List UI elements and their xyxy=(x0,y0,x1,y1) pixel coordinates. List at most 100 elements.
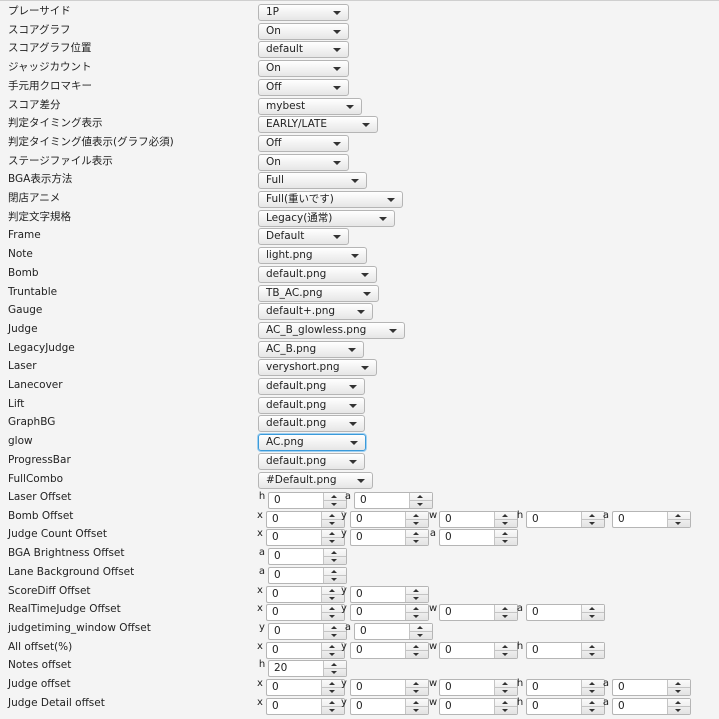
offset-spinner[interactable]: 0 xyxy=(612,697,691,715)
offset-spinner[interactable]: 0 xyxy=(268,622,347,640)
offset-spinner[interactable]: 0 xyxy=(439,697,518,715)
setting-dropdown[interactable]: default.png xyxy=(258,415,365,433)
increment-arrow-icon[interactable] xyxy=(331,625,337,629)
increment-arrow-icon[interactable] xyxy=(589,607,595,611)
setting-dropdown[interactable]: EARLY/LATE xyxy=(258,116,378,134)
offset-spinner[interactable]: 0 xyxy=(350,641,429,659)
decrement-arrow-icon[interactable] xyxy=(413,596,419,600)
increment-arrow-icon[interactable] xyxy=(589,682,595,685)
increment-arrow-icon[interactable] xyxy=(413,513,419,517)
spinner-buttons[interactable] xyxy=(323,493,346,508)
offset-spinner[interactable]: 0 xyxy=(439,679,518,696)
decrement-arrow-icon[interactable] xyxy=(502,521,508,525)
spinner-buttons[interactable] xyxy=(405,642,428,658)
offset-spinner[interactable]: 0 xyxy=(266,585,345,603)
setting-dropdown[interactable]: Default xyxy=(258,228,349,246)
spinner-buttons[interactable] xyxy=(581,605,604,621)
increment-arrow-icon[interactable] xyxy=(331,663,337,667)
increment-arrow-icon[interactable] xyxy=(502,513,508,517)
decrement-arrow-icon[interactable] xyxy=(329,596,335,600)
offset-spinner[interactable]: 0 xyxy=(268,566,347,584)
decrement-arrow-icon[interactable] xyxy=(417,633,423,637)
spinner-buttons[interactable] xyxy=(667,680,690,695)
offset-spinner[interactable]: 0 xyxy=(439,510,518,528)
increment-arrow-icon[interactable] xyxy=(417,625,423,629)
increment-arrow-icon[interactable] xyxy=(675,682,681,685)
spinner-buttons[interactable] xyxy=(323,567,346,583)
setting-dropdown[interactable]: AC_B.png xyxy=(258,340,364,358)
decrement-arrow-icon[interactable] xyxy=(329,540,335,544)
decrement-arrow-icon[interactable] xyxy=(329,708,335,712)
decrement-arrow-icon[interactable] xyxy=(413,540,419,544)
increment-arrow-icon[interactable] xyxy=(502,682,508,685)
increment-arrow-icon[interactable] xyxy=(675,513,681,517)
offset-spinner[interactable]: 0 xyxy=(266,529,345,547)
setting-dropdown[interactable]: veryshort.png xyxy=(258,359,377,377)
decrement-arrow-icon[interactable] xyxy=(675,708,681,712)
decrement-arrow-icon[interactable] xyxy=(589,690,595,693)
spinner-buttons[interactable] xyxy=(405,698,428,714)
spinner-buttons[interactable] xyxy=(581,642,604,658)
spinner-buttons[interactable] xyxy=(667,698,690,714)
spinner-buttons[interactable] xyxy=(494,642,517,658)
offset-spinner[interactable]: 0 xyxy=(266,697,345,715)
decrement-arrow-icon[interactable] xyxy=(413,615,419,619)
increment-arrow-icon[interactable] xyxy=(413,607,419,611)
setting-dropdown[interactable]: Off xyxy=(258,78,349,96)
increment-arrow-icon[interactable] xyxy=(329,644,335,648)
decrement-arrow-icon[interactable] xyxy=(589,521,595,525)
decrement-arrow-icon[interactable] xyxy=(329,652,335,656)
offset-spinner[interactable]: 0 xyxy=(439,529,518,547)
increment-arrow-icon[interactable] xyxy=(413,644,419,648)
spinner-buttons[interactable] xyxy=(667,511,690,527)
increment-arrow-icon[interactable] xyxy=(589,644,595,648)
offset-spinner[interactable]: 0 xyxy=(354,622,433,640)
increment-arrow-icon[interactable] xyxy=(331,569,337,573)
setting-dropdown[interactable]: default.png xyxy=(258,396,365,414)
offset-spinner[interactable]: 0 xyxy=(268,548,347,566)
setting-dropdown[interactable]: AC.png xyxy=(258,434,366,452)
offset-spinner[interactable]: 0 xyxy=(526,510,605,528)
decrement-arrow-icon[interactable] xyxy=(329,615,335,619)
increment-arrow-icon[interactable] xyxy=(502,532,508,536)
spinner-buttons[interactable] xyxy=(405,511,428,527)
setting-dropdown[interactable]: default xyxy=(258,41,349,59)
increment-arrow-icon[interactable] xyxy=(502,700,508,704)
offset-spinner[interactable]: 0 xyxy=(350,529,429,547)
spinner-buttons[interactable] xyxy=(405,586,428,602)
spinner-buttons[interactable] xyxy=(405,605,428,621)
increment-arrow-icon[interactable] xyxy=(417,495,423,498)
increment-arrow-icon[interactable] xyxy=(331,551,337,555)
offset-spinner[interactable]: 0 xyxy=(266,510,345,528)
spinner-buttons[interactable] xyxy=(494,698,517,714)
decrement-arrow-icon[interactable] xyxy=(502,540,508,544)
increment-arrow-icon[interactable] xyxy=(331,495,337,498)
offset-spinner[interactable]: 0 xyxy=(350,697,429,715)
offset-spinner[interactable]: 0 xyxy=(526,679,605,696)
increment-arrow-icon[interactable] xyxy=(589,700,595,704)
increment-arrow-icon[interactable] xyxy=(413,532,419,536)
spinner-buttons[interactable] xyxy=(494,511,517,527)
decrement-arrow-icon[interactable] xyxy=(413,521,419,525)
increment-arrow-icon[interactable] xyxy=(329,588,335,592)
decrement-arrow-icon[interactable] xyxy=(329,521,335,525)
setting-dropdown[interactable]: default.png xyxy=(258,378,365,395)
increment-arrow-icon[interactable] xyxy=(413,700,419,704)
setting-dropdown[interactable]: default.png xyxy=(258,265,377,283)
increment-arrow-icon[interactable] xyxy=(413,588,419,592)
decrement-arrow-icon[interactable] xyxy=(502,615,508,619)
spinner-buttons[interactable] xyxy=(405,680,428,695)
increment-arrow-icon[interactable] xyxy=(329,532,335,536)
increment-arrow-icon[interactable] xyxy=(329,700,335,704)
spinner-buttons[interactable] xyxy=(409,493,432,508)
spinner-buttons[interactable] xyxy=(323,661,346,677)
offset-spinner[interactable]: 0 xyxy=(350,585,429,603)
offset-spinner[interactable]: 0 xyxy=(266,679,345,696)
spinner-buttons[interactable] xyxy=(494,530,517,546)
increment-arrow-icon[interactable] xyxy=(502,644,508,648)
setting-dropdown[interactable]: light.png xyxy=(258,247,367,265)
decrement-arrow-icon[interactable] xyxy=(502,708,508,712)
increment-arrow-icon[interactable] xyxy=(329,607,335,611)
offset-spinner[interactable]: 0 xyxy=(526,697,605,715)
spinner-buttons[interactable] xyxy=(405,530,428,546)
